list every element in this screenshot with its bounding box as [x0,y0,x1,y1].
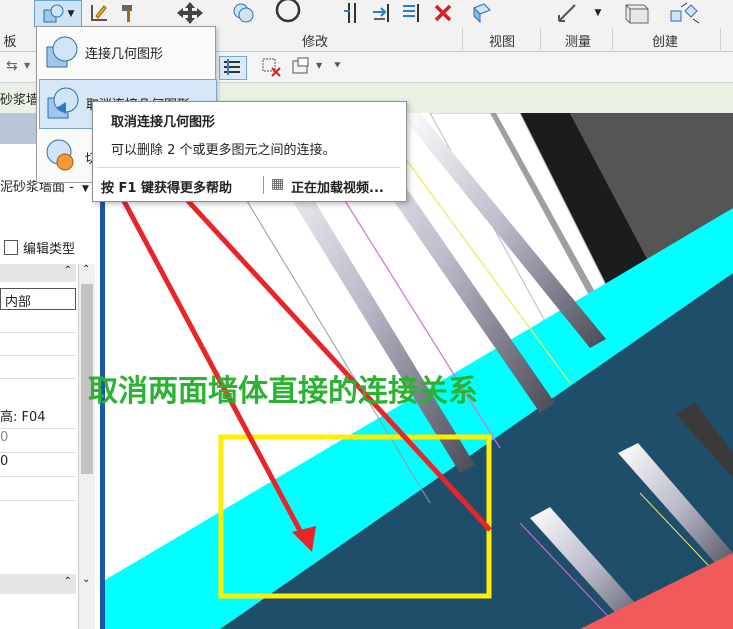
menu-item-switch-join-order[interactable]: 切换连接顺序 [36,130,98,183]
switch-join-order-icon [46,139,74,171]
chevron-down-icon[interactable]: ▼ [24,61,30,70]
property-row: 0 [0,454,76,477]
unjoin-geometry-icon [47,87,79,119]
join-geometry-icon [43,4,64,22]
properties-section-header: ⌃ [0,264,76,282]
extend-icon [403,4,419,22]
tooltip: 取消连接几何图形 可以删除 2 个或更多图元之间的连接。 按 F1 键获得更多帮… [92,101,407,202]
ribbon-group-label-modify: 修改 [301,35,328,50]
video-icon: ▦ [271,176,285,192]
create-similar-icon [670,2,700,24]
scroll-down-icon[interactable]: ⌄ [82,574,90,585]
split-tool-button[interactable] [86,0,112,26]
join-geometry-icon [46,36,78,68]
align-icon [344,3,356,23]
properties-panel: 泥砂浆墙面 - ▼ 编辑类型 ⌃ 内部 高: F04 0 0 ⌃ ⌃ ⌄ [0,114,101,629]
ribbon-group-separator [462,28,463,50]
offset-circles-icon [233,3,254,23]
temporary-hide-icon [292,57,309,74]
ribbon-group-label-view: 视图 [488,35,515,50]
delete-x-icon [434,4,452,22]
scroll-up-icon[interactable]: ⌃ [82,264,90,275]
offset-button[interactable] [229,0,259,26]
tooltip-divider [97,167,400,168]
view-button[interactable] [468,0,496,26]
tooltip-title: 取消连接几何图形 [111,115,216,130]
property-value: 0 [0,454,9,469]
create-part-button[interactable] [618,0,662,26]
chevron-down-icon[interactable]: ▼ [82,184,89,194]
collapse-icon[interactable]: ⌃ [64,576,72,587]
circle-button[interactable] [270,0,306,26]
chevron-down-icon[interactable]: ▼ [316,61,322,70]
align-button[interactable] [340,0,364,26]
list-align-icon [224,59,240,75]
ribbon-group-label-create: 创建 [651,35,678,50]
move-button[interactable] [170,0,210,26]
measure-icon [557,4,576,22]
view-cube-icon [473,3,491,24]
properties-section-header: ⌃ [0,574,76,594]
more-options-icon[interactable]: ⯆ [333,59,342,73]
property-row[interactable]: 内部 [0,288,76,310]
tooltip-description: 可以删除 2 个或更多图元之间的连接。 [111,143,336,158]
edit-type-icon [4,239,18,255]
property-value: 0 [0,430,9,445]
hide-element-button[interactable] [260,56,282,78]
create-part-icon [625,4,649,24]
temporary-hide-button[interactable]: ▼ [290,56,326,78]
hide-element-icon [262,58,281,77]
ribbon-group-label-measure: 测量 [564,35,591,50]
trim-button[interactable] [370,0,394,26]
trim-icon [373,4,389,22]
delete-button[interactable] [430,0,456,26]
create-similar-button[interactable] [666,0,706,26]
align-list-button[interactable] [219,56,247,80]
edit-type-button[interactable]: 编辑类型 [4,236,100,258]
tooltip-help: 按 F1 键获得更多帮助 [101,181,232,196]
menu-item-label: 连接几何图形 [85,47,164,62]
measure-button[interactable]: ▼ [548,0,608,26]
thin-lines-icon[interactable]: ⇆ [6,58,18,74]
property-row: 0 [0,430,76,453]
ribbon-group-label-board: 板 [3,35,17,50]
chevron-down-icon[interactable]: ▼ [68,9,75,19]
ribbon-group-separator [540,28,541,50]
pencil-chart-icon [91,5,107,21]
join-geometry-split-button[interactable]: ▼ [34,0,82,27]
property-row [0,356,76,379]
property-value: 内部 [5,295,32,310]
chevron-down-icon[interactable]: ▼ [595,8,602,18]
tooltip-video[interactable]: 正在加载视频... [291,177,384,196]
property-row: 高: F04 [0,406,76,429]
property-value: 高: F04 [0,410,46,425]
property-row [0,310,76,333]
ribbon-group-separator [720,28,721,50]
properties-scrollbar[interactable]: ⌃ ⌄ [78,264,95,629]
circle-icon [275,0,301,23]
annotation-text: 取消两面墙体直接的连接关系 [88,374,478,409]
edit-type-label: 编辑类型 [23,241,76,257]
collapse-icon[interactable]: ⌃ [64,265,72,276]
tooltip-separator [263,176,264,194]
property-row [0,478,76,501]
property-row [0,333,76,356]
menu-item-join-geometry[interactable]: 连接几何图形 [39,29,211,77]
extend-button[interactable] [400,0,424,26]
hammer-icon [122,5,132,22]
move-arrows-icon [177,2,203,24]
ribbon-group-separator [612,28,613,50]
demolish-button[interactable] [116,0,142,26]
